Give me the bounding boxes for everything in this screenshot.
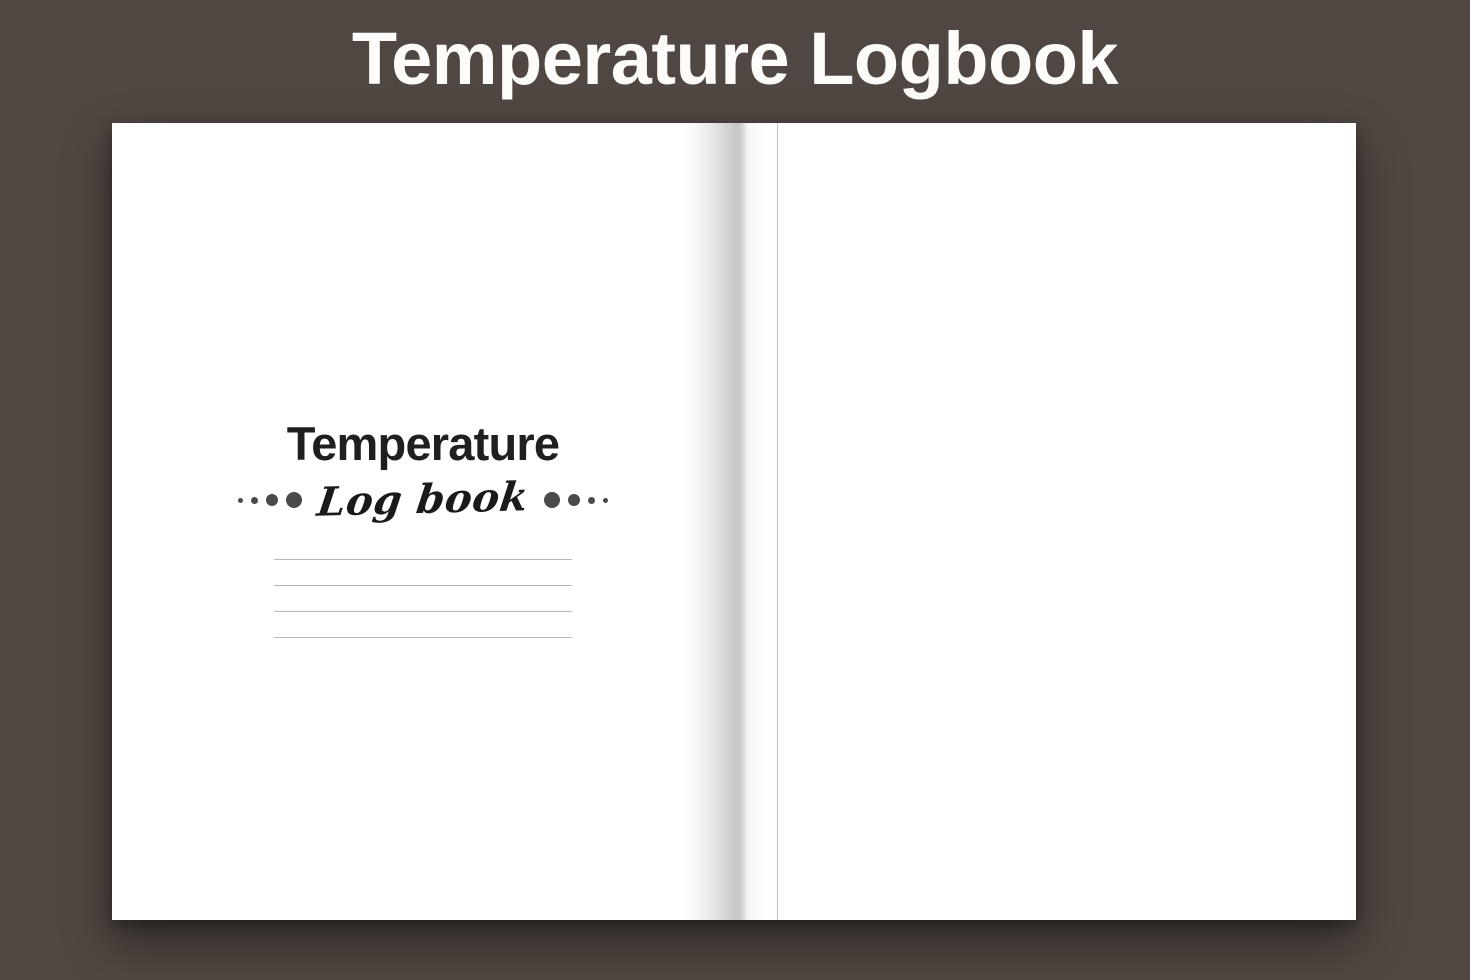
banner-title: Temperature Logbook xyxy=(351,17,1119,100)
cover-title: Temperature xyxy=(286,417,560,470)
page-banner: Temperature Logbook xyxy=(0,0,1470,118)
cover-dots-left-decoration xyxy=(238,492,303,509)
decorative-dot-icon xyxy=(543,492,560,509)
cover-blank-lines xyxy=(112,559,734,663)
book-page-left-cover: Temperature Log book xyxy=(112,123,734,920)
book-spine-edge xyxy=(777,123,778,920)
decorative-dot-icon xyxy=(266,494,279,507)
decorative-dot-icon xyxy=(567,494,580,507)
cover-title-block: Temperature Log book xyxy=(112,419,734,526)
decorative-dot-icon xyxy=(286,492,303,509)
decorative-dot-icon xyxy=(587,496,595,504)
cover-blank-line[interactable] xyxy=(274,559,572,560)
decorative-dot-icon xyxy=(602,497,608,503)
open-book: Temperature Log book Temperature Log boo… xyxy=(112,123,1356,920)
cover-dots-right-decoration xyxy=(543,492,608,509)
decorative-dot-icon xyxy=(251,496,259,504)
cover-script-text: Log book xyxy=(314,473,532,527)
cover-blank-line[interactable] xyxy=(274,611,572,612)
decorative-dot-icon xyxy=(238,497,244,503)
cover-script-row: Log book xyxy=(112,474,734,526)
cover-blank-line[interactable] xyxy=(274,585,572,586)
book-page-right-form: Temperature Log book NAME: DATE OF BIRTH… xyxy=(734,123,1356,920)
cover-blank-line[interactable] xyxy=(274,637,572,638)
